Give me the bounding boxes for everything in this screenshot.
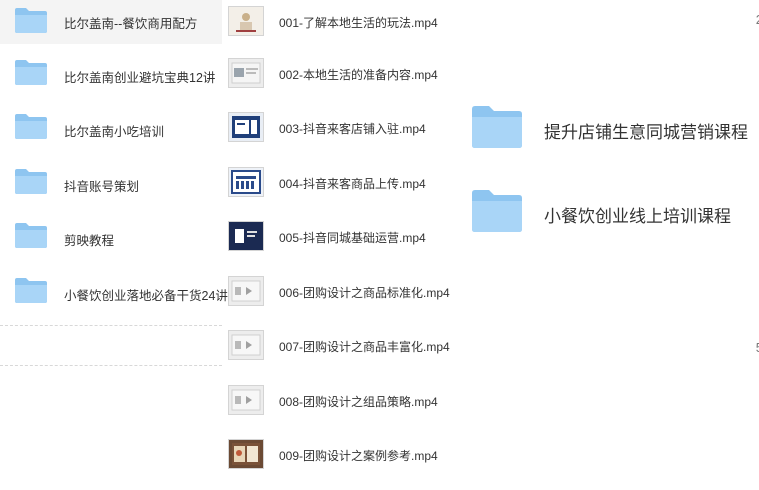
video-thumbnail xyxy=(228,58,264,88)
folder-label: 比尔盖南创业避坑宝典12讲 xyxy=(64,71,216,85)
file-name: 003-抖音来客店铺入驻.mp4 xyxy=(279,122,426,136)
folder-icon xyxy=(15,8,47,33)
folder-icon xyxy=(15,114,47,139)
folder-icon xyxy=(15,169,47,194)
file-name: 008-团购设计之组品策略.mp4 xyxy=(279,395,438,409)
folder-item[interactable]: 比尔盖南小吃培训 xyxy=(0,106,222,150)
file-name: 002-本地生活的准备内容.mp4 xyxy=(279,68,438,82)
folder-icon xyxy=(15,60,47,85)
divider xyxy=(0,365,222,366)
file-name: 005-抖音同城基础运营.mp4 xyxy=(279,231,426,245)
video-file-item[interactable]: 001-了解本地生活的玩法.mp4 xyxy=(222,0,462,44)
folder-label: 剪映教程 xyxy=(64,234,115,248)
file-name: 001-了解本地生活的玩法.mp4 xyxy=(279,16,438,30)
file-name: 006-团购设计之商品标准化.mp4 xyxy=(279,286,450,300)
divider xyxy=(0,325,222,326)
folder-label: 提升店铺生意同城营销课程 xyxy=(544,123,748,142)
video-file-item[interactable]: 003-抖音来客店铺入驻.mp4 xyxy=(222,106,462,150)
folder-icon xyxy=(472,190,522,232)
file-name: 004-抖音来客商品上传.mp4 xyxy=(279,177,426,191)
video-thumbnail xyxy=(228,112,264,142)
folder-label: 比尔盖南--餐饮商用配方 xyxy=(64,17,198,31)
left-folder-list: 比尔盖南--餐饮商用配方 比尔盖南创业避坑宝典12讲 比尔盖南小吃培训 抖音账号… xyxy=(0,0,228,366)
folder-label: 小餐饮创业落地必备干货24讲 xyxy=(64,289,228,303)
folder-icon xyxy=(472,106,522,148)
folder-item[interactable]: 抖音账号策划 xyxy=(0,161,222,205)
file-name: 009-团购设计之案例参考.mp4 xyxy=(279,449,438,463)
video-file-item[interactable]: 006-团购设计之商品标准化.mp4 xyxy=(222,270,462,314)
video-file-item[interactable]: 004-抖音来客商品上传.mp4 xyxy=(222,161,462,205)
folder-label: 比尔盖南小吃培训 xyxy=(64,125,165,139)
folder-item[interactable]: 小餐饮创业落地必备干货24讲 xyxy=(0,270,228,314)
folder-item[interactable]: 比尔盖南--餐饮商用配方 xyxy=(0,0,222,44)
folder-icon xyxy=(15,278,47,303)
video-thumbnail xyxy=(228,439,264,469)
folder-item-large[interactable]: 小餐饮创业线上培训课程 xyxy=(462,184,759,244)
video-file-item[interactable]: 007-团购设计之商品丰富化.mp4 xyxy=(222,324,462,368)
file-name: 007-团购设计之商品丰富化.mp4 xyxy=(279,340,450,354)
video-thumbnail xyxy=(228,276,264,306)
video-file-item[interactable]: 002-本地生活的准备内容.mp4 xyxy=(222,52,462,96)
folder-label: 小餐饮创业线上培训课程 xyxy=(544,207,731,226)
video-file-item[interactable]: 008-团购设计之组品策略.mp4 xyxy=(222,379,462,423)
video-thumbnail xyxy=(228,330,264,360)
video-thumbnail xyxy=(228,385,264,415)
folder-item[interactable]: 比尔盖南创业避坑宝典12讲 xyxy=(0,52,222,96)
video-file-item[interactable]: 005-抖音同城基础运营.mp4 xyxy=(222,215,462,259)
right-folder-list: 提升店铺生意同城营销课程 小餐饮创业线上培训课程 2 5 xyxy=(462,0,759,490)
video-thumbnail xyxy=(228,221,264,251)
folder-item-large[interactable]: 提升店铺生意同城营销课程 xyxy=(462,100,759,160)
video-file-list: 001-了解本地生活的玩法.mp4 002-本地生活的准备内容.mp4 003-… xyxy=(222,0,462,490)
folder-label: 抖音账号策划 xyxy=(64,180,140,194)
video-file-item[interactable]: 009-团购设计之案例参考.mp4 xyxy=(222,433,462,477)
folder-item[interactable]: 剪映教程 xyxy=(0,215,222,259)
folder-icon xyxy=(15,223,47,248)
video-thumbnail xyxy=(228,6,264,36)
video-thumbnail xyxy=(228,167,264,197)
